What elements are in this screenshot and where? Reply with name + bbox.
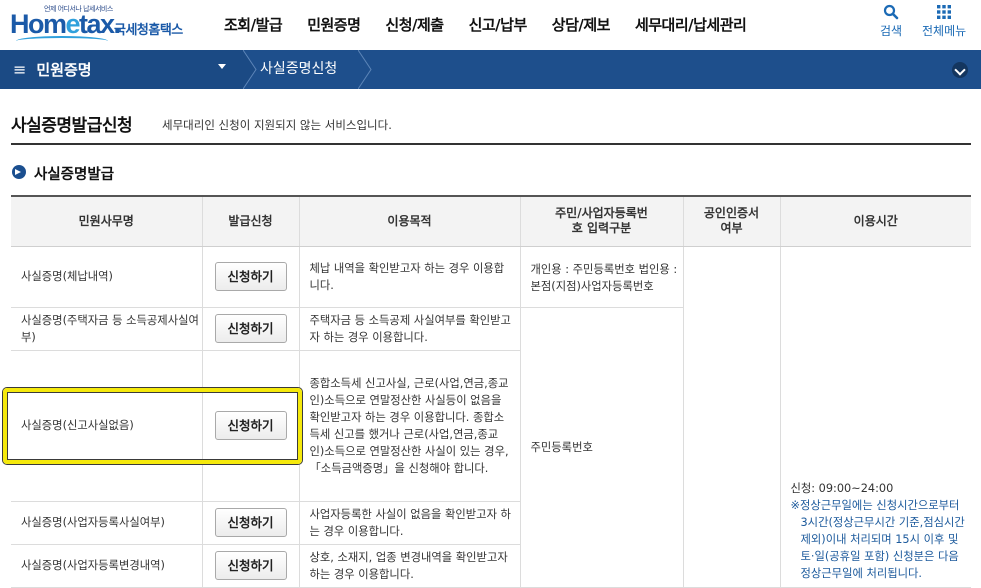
all-menu-label: 전체메뉴: [922, 24, 967, 38]
gnb-tax-agent[interactable]: 세무대리/납세관리: [635, 14, 747, 35]
hometax-logo[interactable]: 언제 어디서나 납세서비스 Hometax. 국세청홈택스: [10, 5, 192, 46]
title-divider: [11, 143, 971, 145]
apply-button[interactable]: 신청하기: [214, 551, 287, 580]
purpose-text: 사업자등록한 사실이 없음을 확인받고자 하는 경우 이용합니다.: [298, 501, 520, 545]
service-name-link[interactable]: 사실증명(신고사실없음): [11, 350, 202, 502]
column-header: 발급신청: [201, 195, 299, 247]
service-name-link[interactable]: 사실증명(사업자등록사실여부): [11, 501, 202, 545]
caret-down-icon: [218, 64, 226, 69]
breadcrumb-separator-icon: [243, 50, 257, 89]
logo-korean-name: 국세청홈택스: [114, 23, 183, 38]
purpose-text: 상호, 소재지, 업종 변경내역을 확인받고자 하는 경우 이용합니다.: [298, 544, 520, 588]
hamburger-icon: ≡: [13, 60, 27, 79]
service-name-link[interactable]: 사실증명(주택자금 등 소득공제사실여부): [11, 307, 202, 351]
section-bullet-icon: [12, 165, 26, 179]
column-header: 공인인증서 여부: [682, 195, 780, 247]
breadcrumb-level1: 민원증명: [36, 61, 92, 79]
breadcrumb-separator-icon: [358, 50, 372, 89]
gnb-application-submission[interactable]: 신청/제출: [385, 14, 444, 35]
purpose-text: 종합소득세 신고사실, 근로(사업,연금,종교인)소득으로 연말정산한 사실등이…: [298, 350, 520, 502]
all-menu-button[interactable]: 전체메뉴: [922, 4, 966, 39]
service-name-link[interactable]: 사실증명(체납내역): [11, 246, 202, 308]
search-icon: [883, 4, 899, 20]
apply-button[interactable]: 신청하기: [214, 411, 287, 440]
gnb-report-payment[interactable]: 신고/납부: [469, 14, 528, 35]
column-header: 이용시간: [779, 195, 971, 247]
breadcrumb-nav: ≡ 민원증명 사실증명신청: [0, 50, 981, 89]
hours-text: 신청: 09:00~24:00: [790, 482, 894, 495]
expand-chevron-icon[interactable]: [952, 62, 968, 78]
gnb-civil-certificate[interactable]: 민원증명: [307, 14, 361, 35]
table-header-row: 민원사무명 발급신청 이용목적 주민/사업자등록번호 입력구분 공인인증서 여부…: [11, 195, 971, 247]
gnb-consult-report[interactable]: 상담/제보: [552, 14, 611, 35]
id-type-text: 개인용 : 주민등록번호 법인용 : 본점(지점)사업자등록번호: [519, 246, 683, 308]
apply-button[interactable]: 신청하기: [214, 262, 287, 291]
section-title: 사실증명발급: [34, 167, 115, 183]
breadcrumb-level1-dropdown[interactable]: ≡ 민원증명: [0, 50, 243, 89]
grid-menu-icon: [937, 5, 952, 19]
apply-button[interactable]: 신청하기: [214, 508, 287, 537]
purpose-text: 주택자금 등 소득공제 사실여부를 확인받고자 하는 경우 이용합니다.: [298, 307, 520, 351]
certificate-table: 민원사무명 발급신청 이용목적 주민/사업자등록번호 입력구분 공인인증서 여부…: [11, 195, 971, 588]
purpose-text: 체납 내역을 확인받고자 하는 경우 이용합니다.: [298, 246, 520, 308]
hours-cell: 신청: 09:00~24:00 ※정상근무일에는 신청시간으로부터 3시간(정상…: [779, 246, 971, 588]
cert-required-cell: [682, 246, 780, 588]
hours-note: ※정상근무일에는 신청시간으로부터 3시간(정상근무시간 기준,점심시간 제외)…: [790, 499, 965, 580]
column-header: 주민/사업자등록번호 입력구분: [519, 195, 683, 247]
service-name-link[interactable]: 사실증명(사업자등록변경내역): [11, 544, 202, 588]
table-row: 사실증명(체납내역) 신청하기 체납 내역을 확인받고자 하는 경우 이용합니다…: [11, 246, 971, 588]
page-title: 사실증명발급신청: [11, 116, 133, 136]
apply-button[interactable]: 신청하기: [214, 314, 287, 343]
breadcrumb-level2[interactable]: 사실증명신청: [260, 50, 337, 89]
search-button[interactable]: 검색: [880, 4, 902, 39]
global-nav: 조회/발급 민원증명 신청/제출 신고/납부 상담/제보 세무대리/납세관리: [224, 14, 771, 35]
id-type-text: 주민등록번호: [519, 307, 683, 588]
page-subtitle: 세무대리인 신청이 지원되지 않는 서비스입니다.: [162, 118, 392, 132]
column-header: 이용목적: [298, 195, 520, 247]
search-label: 검색: [880, 24, 903, 38]
top-header: 언제 어디서나 납세서비스 Hometax. 국세청홈택스 조회/발급 민원증명…: [0, 0, 981, 50]
column-header: 민원사무명: [11, 195, 202, 247]
logo-arch: [16, 36, 108, 46]
gnb-lookup-issue[interactable]: 조회/발급: [224, 14, 283, 35]
